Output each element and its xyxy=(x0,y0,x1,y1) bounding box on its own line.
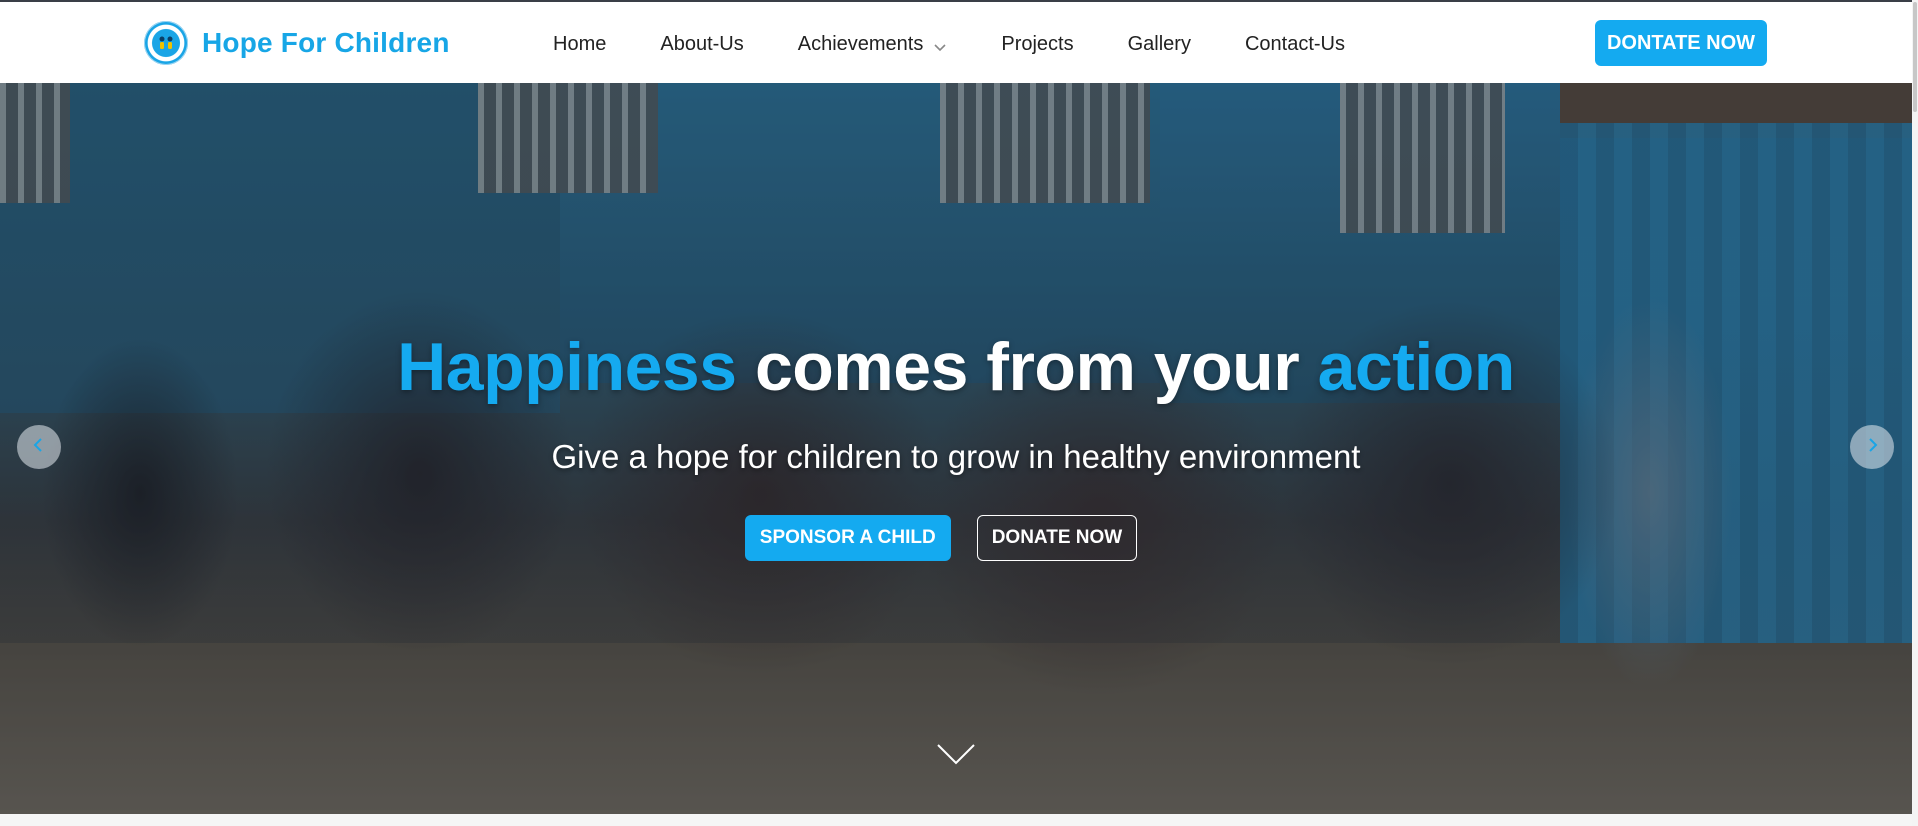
nav-item-label: Contact-Us xyxy=(1244,32,1345,55)
page-scrollbar[interactable] xyxy=(1912,0,1918,826)
hero-headline: Happiness comes from your action xyxy=(0,328,1912,406)
nav-item-contact-us[interactable]: Contact-Us xyxy=(1218,33,1372,56)
brand[interactable]: Hope For Children xyxy=(144,20,450,66)
donate-now-header-button[interactable]: DONTATE NOW xyxy=(1595,20,1767,66)
hero-subtitle: Give a hope for children to grow in heal… xyxy=(551,438,1361,475)
nav-item-about-us[interactable]: About-Us xyxy=(633,33,770,56)
hope-for-children-logo-icon xyxy=(144,21,188,65)
donate-now-hero-button[interactable]: DONATE NOW xyxy=(976,515,1138,561)
hero-headline-accent-1: Happiness xyxy=(397,329,737,405)
carousel-next-button[interactable] xyxy=(1850,425,1894,469)
chevron-left-icon xyxy=(29,435,49,460)
brand-name: Hope For Children xyxy=(202,27,450,58)
site-header: Hope For Children Home About-Us Achievem… xyxy=(0,2,1912,83)
scroll-down-button[interactable] xyxy=(936,741,976,767)
nav-item-achievements[interactable]: Achievements xyxy=(771,33,975,56)
chevron-down-icon xyxy=(936,744,976,771)
nav-item-label: Home xyxy=(553,32,607,55)
nav-item-projects[interactable]: Projects xyxy=(974,33,1100,56)
nav-item-home[interactable]: Home xyxy=(526,33,633,56)
carousel-prev-button[interactable] xyxy=(17,425,61,469)
hero-carousel: Happiness comes from your action Give a … xyxy=(0,83,1912,814)
sponsor-a-child-button[interactable]: SPONSOR A CHILD xyxy=(744,515,951,561)
nav-item-gallery[interactable]: Gallery xyxy=(1101,33,1218,56)
main-nav: Home About-Us Achievements Projects Gall… xyxy=(526,22,1372,66)
scrollbar-thumb[interactable] xyxy=(1913,2,1917,112)
hero-headline-middle: comes from your xyxy=(736,329,1318,405)
nav-item-label: Projects xyxy=(1001,32,1074,55)
nav-item-label: Gallery xyxy=(1127,32,1191,55)
chevron-down-icon xyxy=(933,37,947,52)
page-below-hero xyxy=(0,814,1912,826)
nav-item-label: About-Us xyxy=(660,32,744,55)
chevron-right-icon xyxy=(1862,435,1882,460)
hero-cta-row: SPONSOR A CHILD DONATE NOW xyxy=(0,515,1912,561)
nav-item-label: Achievements xyxy=(797,32,924,55)
hero-headline-accent-2: action xyxy=(1317,329,1516,405)
